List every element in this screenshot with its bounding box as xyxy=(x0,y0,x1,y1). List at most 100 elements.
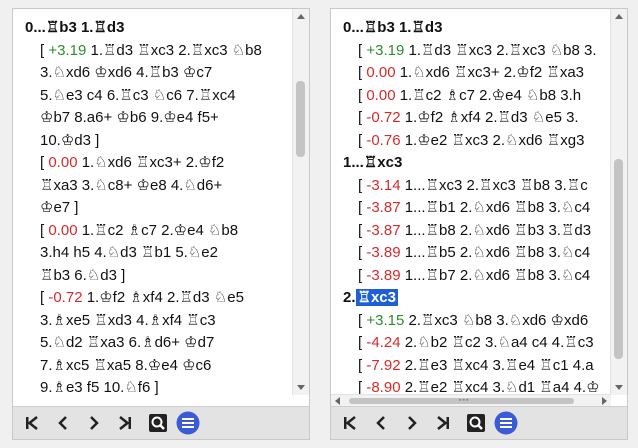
menu-button[interactable] xyxy=(494,411,518,435)
analyze-button[interactable] xyxy=(146,411,170,435)
next-move-button[interactable] xyxy=(400,411,424,435)
analyze-button[interactable] xyxy=(464,411,488,435)
variation-line[interactable]: ♔b7 8.a6+ ♔b6 9.♔e4 f5+ xyxy=(40,107,219,129)
move-text[interactable]: 0...♖b3 1.♖d3 xyxy=(343,19,442,36)
previous-move-button[interactable] xyxy=(51,411,75,435)
scroll-left-arrow-icon[interactable] xyxy=(335,397,340,405)
move-text[interactable]: ♔e7 ] xyxy=(40,199,78,216)
last-move-button[interactable] xyxy=(431,411,455,435)
variation-line[interactable]: [ -7.92 2.♖e3 ♖xc4 3.♖e4 ♖c1 4.a xyxy=(358,355,594,377)
move-text[interactable]: 10.♔d3 ] xyxy=(40,132,99,149)
variation-line[interactable]: [ 0.00 1.♖c2 ♗c7 2.♔e4 ♘b8 3.h xyxy=(358,85,581,107)
move-text[interactable]: 1.♔f2 ♗xf4 2.♖d3 ♘e5 3. xyxy=(401,109,579,126)
move-text[interactable]: 1.♖c2 ♗c7 2.♔e4 ♘b8 3.h xyxy=(396,87,581,104)
move-text[interactable]: 1...♖b1 2.♘xd6 ♖b8 3.♘c4 xyxy=(401,199,591,216)
variation-line[interactable]: 5.♘e3 c4 6.♖c3 ♘c6 7.♖xc4 xyxy=(40,85,236,107)
variation-line[interactable]: 3.♗xe5 ♖xd3 4.♗xf4 ♖c3 xyxy=(40,310,216,332)
move-text[interactable]: 1...♖xc3 2.♖xc3 ♖b8 3.♖c xyxy=(401,177,588,194)
move-text[interactable]: ♖xa3 3.♘c8+ ♔e8 4.♘d6+ xyxy=(40,177,222,194)
move-text[interactable]: 9.♗e3 f5 10.♘f6 ] xyxy=(40,379,159,395)
move-text[interactable]: 1...♖b7 2.♘xd6 ♖b8 3.♘c4 xyxy=(401,267,591,284)
magnifier-icon xyxy=(467,414,485,432)
move-text[interactable]: 1...♖xc3 xyxy=(343,154,402,171)
move-text[interactable]: 1.♖d3 ♖xc3 2.♖xc3 ♘b8 xyxy=(86,42,261,59)
move-text[interactable]: 1.♔e2 ♖xc3 2.♘xd6 ♖xg3 xyxy=(401,132,585,149)
last-move-button[interactable] xyxy=(113,411,137,435)
variation-line[interactable]: 7.♗xc5 ♖xa5 8.♔e4 ♔c6 xyxy=(40,355,211,377)
variation-line[interactable]: [ -8.90 2.♖e2 ♖xc4 3.♘d1 ♖a4 4.♔ xyxy=(358,377,600,395)
first-move-button[interactable] xyxy=(338,411,362,435)
scroll-down-arrow-icon[interactable] xyxy=(615,385,623,390)
move-text[interactable]: 5.♘e3 c4 6.♖c3 ♘c6 7.♖xc4 xyxy=(40,87,236,104)
move-text[interactable]: 5.♘d2 ♖xa3 6.♗d6+ ♔d7 xyxy=(40,334,214,351)
variation-line[interactable]: [ 0.00 1.♖c2 ♗c7 2.♔e4 ♘b8 xyxy=(40,220,238,242)
variation-line[interactable]: 5.♘d2 ♖xa3 6.♗d6+ ♔d7 xyxy=(40,332,214,354)
scroll-down-arrow-icon[interactable] xyxy=(297,385,305,390)
variation-line[interactable]: [ 0.00 1.♘xd6 ♖xc3+ 2.♔f2 ♖xa3 xyxy=(358,62,584,84)
variation-line[interactable]: [ -3.89 1...♖b7 2.♘xd6 ♖b8 3.♘c4 xyxy=(358,265,590,287)
variation-line[interactable]: [ +3.19 1.♖d3 ♖xc3 2.♖xc3 ♘b8 xyxy=(40,40,262,62)
variation-line[interactable]: [ -0.72 1.♔f2 ♗xf4 2.♖d3 ♘e5 xyxy=(40,287,244,309)
move-text[interactable]: 1.♖d3 ♖xc3 2.♖xc3 ♘b8 3. xyxy=(404,42,596,59)
evaluation-score: +3.15 xyxy=(366,311,405,329)
scroll-up-arrow-icon[interactable] xyxy=(615,14,623,19)
scrollbar-thumb[interactable] xyxy=(296,81,305,157)
move-text[interactable]: 7.♗xc5 ♖xa5 8.♔e4 ♔c6 xyxy=(40,357,211,374)
variation-line[interactable]: 3.h4 h5 4.♘d3 ♖b1 5.♘e2 xyxy=(40,242,218,264)
variation-line[interactable]: 9.♗e3 f5 10.♘f6 ] xyxy=(40,377,159,395)
vertical-scrollbar[interactable] xyxy=(610,9,627,395)
move-text[interactable]: 1...♖b5 2.♘xd6 ♖b8 3.♘c4 xyxy=(401,244,591,261)
move-text[interactable]: 3.♗xe5 ♖xd3 4.♗xf4 ♖c3 xyxy=(40,312,216,329)
move-text[interactable]: 3.h4 h5 4.♘d3 ♖b1 5.♘e2 xyxy=(40,244,218,261)
next-move-button[interactable] xyxy=(82,411,106,435)
variation-line[interactable]: 10.♔d3 ] xyxy=(40,130,99,152)
scrollbar-thumb[interactable] xyxy=(614,159,623,359)
move-text[interactable]: 2.♘b2 ♖c2 3.♘a4 c4 4.♖c3 xyxy=(401,334,594,351)
variation-line[interactable]: [ -0.76 1.♔e2 ♖xc3 2.♘xd6 ♖xg3 xyxy=(358,130,584,152)
chevron-left-icon xyxy=(58,416,67,430)
move-text[interactable]: ♖b3 6.♘d3 ] xyxy=(40,267,125,284)
evaluation-score: +3.19 xyxy=(48,41,87,59)
variation-line[interactable]: [ +3.19 1.♖d3 ♖xc3 2.♖xc3 ♘b8 3. xyxy=(358,40,597,62)
variation-line[interactable]: 0...♖b3 1.♖d3 xyxy=(343,17,442,39)
variation-line[interactable]: [ -0.72 1.♔f2 ♗xf4 2.♖d3 ♘e5 3. xyxy=(358,107,579,129)
variation-line[interactable]: 0...♖b3 1.♖d3 xyxy=(25,17,124,39)
variation-line[interactable]: 2. ♖xc3 xyxy=(343,287,398,309)
move-text[interactable]: 3.♘xd6 ♔xd6 4.♖b3 ♔c7 xyxy=(40,64,212,81)
menu-button[interactable] xyxy=(176,411,200,435)
variation-line[interactable]: [ -3.89 1...♖b5 2.♘xd6 ♖b8 3.♘c4 xyxy=(358,242,590,264)
move-text[interactable]: 1.♘xd6 ♖xc3+ 2.♔f2 xyxy=(78,154,225,171)
variation-line[interactable]: [ +3.15 2.♖xc3 ♘b8 3.♘xd6 ♔xd6 xyxy=(358,310,588,332)
evaluation-score: -0.72 xyxy=(48,289,83,306)
variation-line[interactable]: [ 0.00 1.♘xd6 ♖xc3+ 2.♔f2 xyxy=(40,152,224,174)
variation-line[interactable]: ♖b3 6.♘d3 ] xyxy=(40,265,125,287)
vertical-scrollbar[interactable] xyxy=(292,9,309,395)
variations-text[interactable]: 0...♖b3 1.♖d3 [ +3.19 1.♖d3 ♖xc3 2.♖xc3 ♘… xyxy=(331,9,611,395)
variation-line[interactable]: [ -3.87 1...♖b8 2.♘xd6 ♖b3 3.♖d3 xyxy=(358,220,591,242)
move-text[interactable]: 2.♖e2 ♖xc4 3.♘d1 ♖a4 4.♔ xyxy=(401,379,600,395)
variation-line[interactable]: [ -3.14 1...♖xc3 2.♖xc3 ♖b8 3.♖c xyxy=(358,175,588,197)
variation-line[interactable]: [ -4.24 2.♘b2 ♖c2 3.♘a4 c4 4.♖c3 xyxy=(358,332,594,354)
move-text[interactable]: 1.♔f2 ♗xf4 2.♖d3 ♘e5 xyxy=(83,289,244,306)
variation-line[interactable]: ♖xa3 3.♘c8+ ♔e8 4.♘d6+ xyxy=(40,175,222,197)
move-text[interactable]: 1.♖c2 ♗c7 2.♔e4 ♘b8 xyxy=(78,222,238,239)
first-move-button[interactable] xyxy=(20,411,44,435)
scroll-right-arrow-icon[interactable] xyxy=(602,397,607,405)
move-text[interactable]: 2. xyxy=(343,289,356,306)
move-text[interactable]: 1...♖b8 2.♘xd6 ♖b3 3.♖d3 xyxy=(401,222,591,239)
evaluation-score: -3.14 xyxy=(366,176,401,194)
variation-line[interactable]: [ -3.87 1...♖b1 2.♘xd6 ♖b8 3.♘c4 xyxy=(358,197,590,219)
move-text[interactable]: 2.♖e3 ♖xc4 3.♖e4 ♖c1 4.a xyxy=(401,357,594,374)
move-text[interactable]: 2.♖xc3 ♘b8 3.♘xd6 ♔xd6 xyxy=(404,312,588,329)
move-text[interactable]: ♔b7 8.a6+ ♔b6 9.♔e4 f5+ xyxy=(40,109,219,126)
scroll-up-arrow-icon[interactable] xyxy=(297,14,305,19)
variation-line[interactable]: ♔e7 ] xyxy=(40,197,78,219)
variation-line[interactable]: 1...♖xc3 xyxy=(343,152,402,174)
hamburger-menu-icon xyxy=(176,411,200,435)
move-text[interactable]: 1.♘xd6 ♖xc3+ 2.♔f2 ♖xa3 xyxy=(396,64,584,81)
variations-text[interactable]: 0...♖b3 1.♖d3 [ +3.19 1.♖d3 ♖xc3 2.♖xc3 ♘… xyxy=(13,9,293,395)
variation-line[interactable]: 3.♘xd6 ♔xd6 4.♖b3 ♔c7 xyxy=(40,62,212,84)
move-text[interactable]: 0...♖b3 1.♖d3 xyxy=(25,19,124,36)
previous-move-button[interactable] xyxy=(369,411,393,435)
selected-move[interactable]: ♖xc3 xyxy=(355,289,398,306)
